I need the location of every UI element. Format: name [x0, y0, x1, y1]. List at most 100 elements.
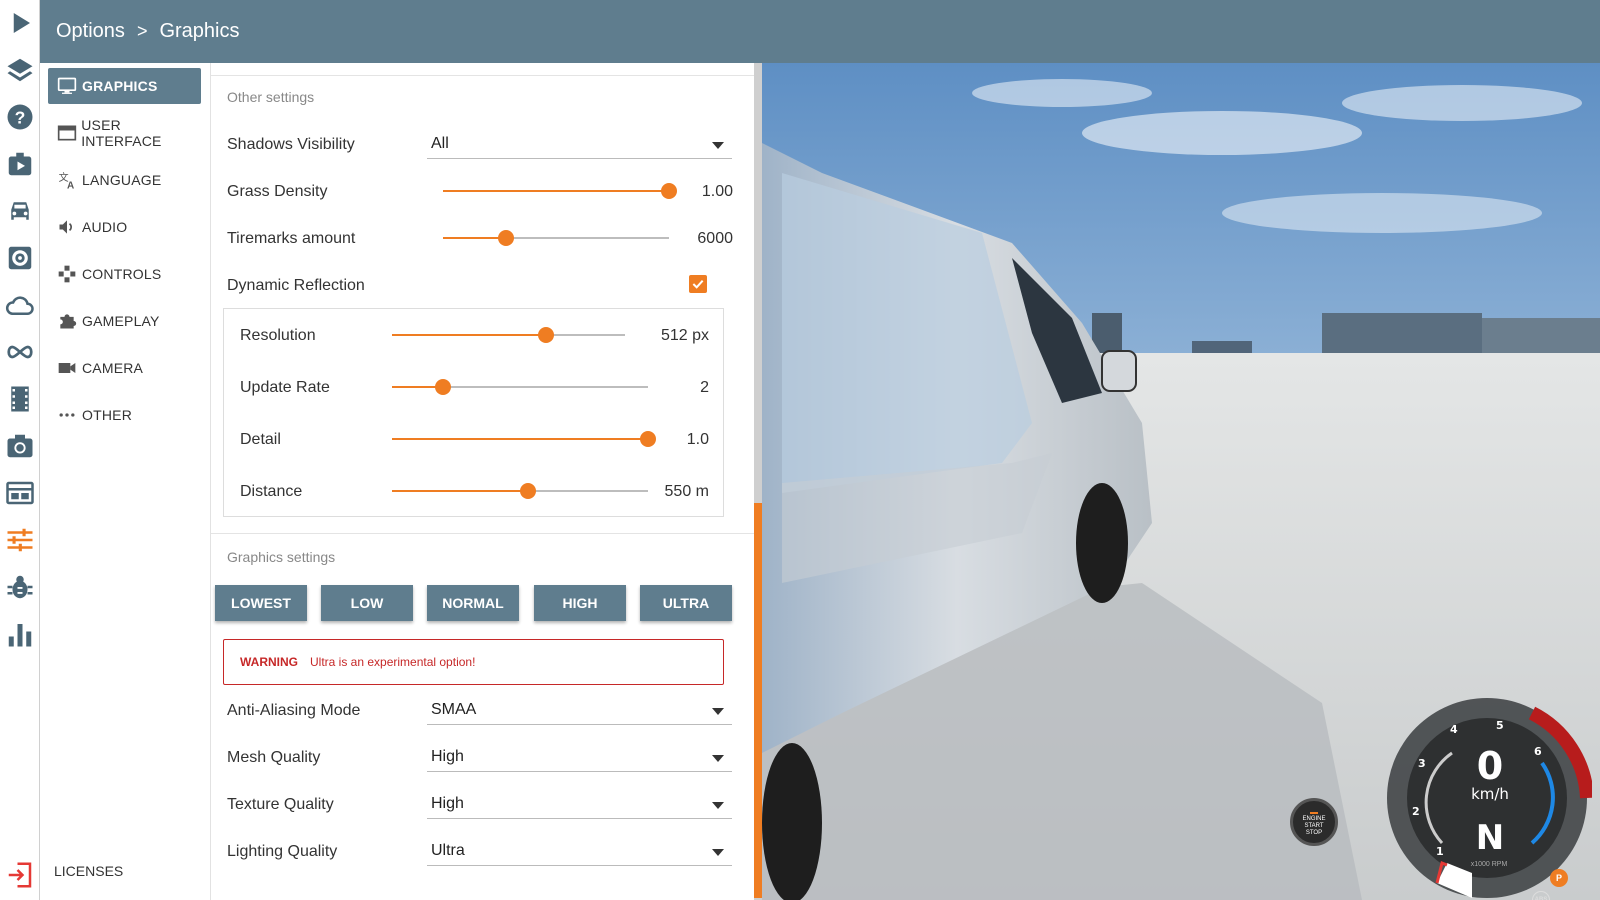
- menu-item-label: GAMEPLAY: [82, 313, 160, 329]
- anti-aliasing-select[interactable]: SMAA: [427, 697, 732, 725]
- rpm-mark: 4: [1450, 723, 1458, 736]
- sliders-icon[interactable]: [0, 517, 40, 563]
- car-icon[interactable]: [0, 188, 40, 234]
- distance-value: 550 m: [664, 483, 709, 500]
- breadcrumb-root[interactable]: Options: [56, 20, 125, 43]
- monitor-icon: [56, 75, 78, 97]
- preset-ultra-button[interactable]: ULTRA: [640, 585, 732, 621]
- help-icon[interactable]: ?: [0, 94, 40, 140]
- select-value: SMAA: [431, 701, 477, 718]
- menu-item-controls[interactable]: CONTROLS: [48, 256, 201, 292]
- shadows-visibility-select[interactable]: All: [427, 131, 732, 159]
- lighting-quality-select[interactable]: Ultra: [427, 838, 732, 866]
- infinity-icon[interactable]: [0, 329, 40, 375]
- scrollbar-thumb[interactable]: [754, 503, 762, 898]
- rpm-mark: 2: [1412, 805, 1420, 818]
- tiremarks-slider[interactable]: [443, 228, 669, 248]
- resolution-label: Resolution: [240, 327, 316, 344]
- rpm-mark: 1: [1436, 845, 1444, 858]
- camera-icon[interactable]: [0, 423, 40, 469]
- page-header: Options > Graphics: [40, 0, 1600, 63]
- resolution-slider[interactable]: [392, 325, 625, 345]
- icon-rail: ?: [0, 0, 40, 900]
- divider: [211, 533, 754, 534]
- preset-low-button[interactable]: LOW: [321, 585, 413, 621]
- rpm-mark: 3: [1418, 757, 1426, 770]
- options-menu: GRAPHICS USER INTERFACE 文A LANGUAGE AUDI…: [40, 63, 211, 900]
- distance-slider[interactable]: [392, 481, 648, 501]
- slider-thumb[interactable]: [537, 327, 554, 343]
- settings-scrollbar[interactable]: [754, 63, 762, 900]
- more-dots-icon: [56, 404, 78, 426]
- checkmark-icon: [692, 279, 704, 289]
- select-value: Ultra: [431, 842, 465, 859]
- menu-item-label: LANGUAGE: [82, 172, 162, 188]
- dropdown-arrow-icon: [712, 755, 724, 762]
- select-value: High: [431, 795, 464, 812]
- slider-thumb[interactable]: [519, 483, 536, 499]
- menu-item-other[interactable]: OTHER: [48, 397, 201, 433]
- section-title-graphics: Graphics settings: [227, 549, 336, 565]
- speed-unit: km/h: [1471, 785, 1509, 803]
- exit-icon[interactable]: [0, 852, 40, 898]
- play-icon[interactable]: [0, 0, 40, 46]
- engine-start-stop-button[interactable]: ENGINE START STOP: [1290, 798, 1338, 846]
- mission-icon[interactable]: [0, 141, 40, 187]
- dropdown-arrow-icon: [712, 142, 724, 149]
- game-viewport[interactable]: ENGINE START STOP 1 2 3 4 5 6 0 km/h N x…: [762, 63, 1600, 900]
- select-value: High: [431, 748, 464, 765]
- stop-label: STOP: [1305, 830, 1323, 836]
- chart-icon[interactable]: [0, 611, 40, 657]
- licenses-link[interactable]: LICENSES: [54, 863, 123, 879]
- ui-apps-icon[interactable]: [0, 470, 40, 516]
- section-title-other: Other settings: [227, 89, 315, 105]
- video-camera-icon: [56, 357, 78, 379]
- slider-thumb[interactable]: [435, 379, 452, 395]
- translate-icon: 文A: [56, 169, 78, 191]
- texture-quality-select[interactable]: High: [427, 791, 732, 819]
- distance-label: Distance: [240, 483, 303, 500]
- preset-high-button[interactable]: HIGH: [534, 585, 626, 621]
- menu-item-audio[interactable]: AUDIO: [48, 209, 201, 245]
- detail-slider[interactable]: [392, 429, 656, 449]
- dropdown-arrow-icon: [712, 802, 724, 809]
- layers-icon[interactable]: [0, 47, 40, 93]
- reflection-settings-box: Resolution 512 px Update Rate 2 Detail 1…: [223, 308, 724, 517]
- window-icon: [56, 122, 77, 144]
- shadows-visibility-label: Shadows Visibility: [227, 136, 355, 153]
- bug-icon[interactable]: [0, 564, 40, 610]
- menu-item-label: OTHER: [82, 407, 132, 423]
- settings-panel: Other settings Shadows Visibility All Gr…: [211, 63, 754, 900]
- menu-item-camera[interactable]: CAMERA: [48, 350, 201, 386]
- preset-normal-button[interactable]: NORMAL: [427, 585, 519, 621]
- puzzle-icon: [56, 310, 78, 332]
- svg-text:?: ?: [15, 107, 26, 127]
- menu-item-gameplay[interactable]: GAMEPLAY: [48, 303, 201, 339]
- rpm-mark: 6: [1534, 745, 1542, 758]
- menu-item-language[interactable]: 文A LANGUAGE: [48, 162, 201, 198]
- speed-value: 0: [1476, 744, 1504, 788]
- mesh-quality-select[interactable]: High: [427, 744, 732, 772]
- grass-density-slider[interactable]: [443, 181, 677, 201]
- update-rate-label: Update Rate: [240, 379, 330, 396]
- breadcrumb-current: Graphics: [159, 20, 240, 42]
- preset-lowest-button[interactable]: LOWEST: [215, 585, 307, 621]
- slider-thumb[interactable]: [498, 230, 515, 246]
- warning-text: Ultra is an experimental option!: [310, 655, 476, 669]
- menu-item-label: USER INTERFACE: [81, 117, 162, 149]
- menu-item-graphics[interactable]: GRAPHICS: [48, 68, 201, 104]
- film-icon[interactable]: [0, 376, 40, 422]
- cloud-icon[interactable]: [0, 282, 40, 328]
- menu-item-user-interface[interactable]: USER INTERFACE: [48, 115, 201, 151]
- dynamic-reflection-checkbox[interactable]: [689, 275, 707, 293]
- rpm-label: x1000 RPM: [1470, 861, 1508, 868]
- update-rate-slider[interactable]: [392, 377, 648, 397]
- grass-density-label: Grass Density: [227, 183, 328, 200]
- update-rate-value: 2: [700, 379, 709, 396]
- settings-icon[interactable]: [0, 235, 40, 281]
- tiremarks-label: Tiremarks amount: [227, 230, 356, 247]
- dynamic-reflection-label: Dynamic Reflection: [227, 277, 365, 294]
- svg-text:A: A: [67, 180, 74, 190]
- warning-title: WARNING: [240, 655, 298, 669]
- lighting-quality-label: Lighting Quality: [227, 843, 338, 860]
